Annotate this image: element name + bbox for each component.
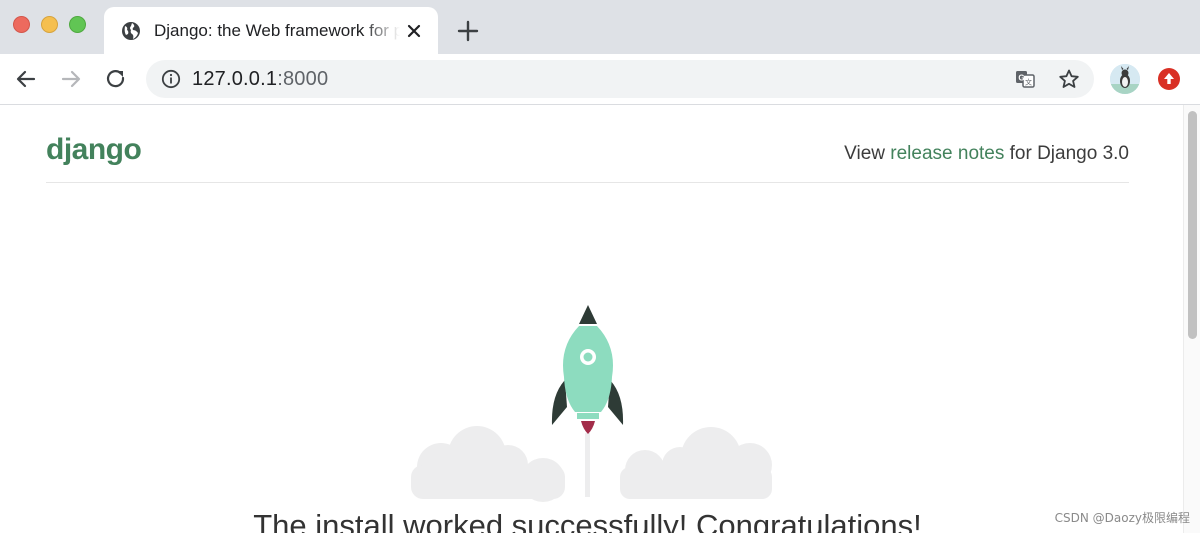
address-bar[interactable]: 127.0.0.1:8000 G 文 <box>146 60 1094 98</box>
cloud-right <box>620 427 772 499</box>
reload-icon[interactable] <box>103 66 129 92</box>
forward-arrow-icon[interactable] <box>58 66 84 92</box>
django-logo[interactable]: django <box>46 133 142 167</box>
url-text[interactable]: 127.0.0.1:8000 <box>192 68 328 91</box>
browser-tab[interactable]: Django: the Web framework for perfection… <box>104 7 438 54</box>
watermark: CSDN @Daozy极限编程 <box>1054 511 1190 525</box>
page-content: django View release notes for Django 3.0 <box>0 105 1183 533</box>
rocket-flame <box>581 421 595 434</box>
tab-title: Django: the Web framework for perfection… <box>154 21 400 40</box>
page-scrollbar[interactable] <box>1183 105 1200 533</box>
rocket-nozzle <box>577 413 599 419</box>
header-divider <box>46 182 1129 183</box>
browser-toolbar: 127.0.0.1:8000 G 文 <box>0 54 1200 105</box>
svg-text:G: G <box>1018 74 1024 83</box>
rocket-illustration <box>411 305 772 502</box>
rocket-body <box>563 326 613 412</box>
release-prefix: View <box>844 143 891 164</box>
rocket-fin-left <box>551 380 567 425</box>
svg-text:文: 文 <box>1025 78 1032 87</box>
release-notes-link[interactable]: release notes <box>890 143 1004 164</box>
plus-icon[interactable] <box>456 19 480 43</box>
url-port: :8000 <box>277 68 329 90</box>
minimize-window-button[interactable] <box>41 16 58 33</box>
tab-strip: Django: the Web framework for perfection… <box>0 0 1200 54</box>
back-arrow-icon[interactable] <box>13 66 39 92</box>
cloud-left <box>411 426 565 502</box>
rocket-nose <box>579 305 597 324</box>
star-icon[interactable] <box>1058 68 1080 90</box>
update-arrow-icon[interactable] <box>1158 68 1180 90</box>
profile-picture <box>1110 64 1140 94</box>
url-host: 127.0.0.1 <box>192 68 278 90</box>
info-icon[interactable] <box>161 69 181 89</box>
scrollbar-thumb[interactable] <box>1188 111 1197 339</box>
close-icon[interactable] <box>404 21 424 41</box>
translate-icon[interactable]: G 文 <box>1014 68 1036 90</box>
page-headline: The install worked successfully! Congrat… <box>253 508 922 533</box>
close-window-button[interactable] <box>13 16 30 33</box>
maximize-window-button[interactable] <box>69 16 86 33</box>
globe-icon <box>122 22 140 40</box>
exhaust-trail <box>585 433 590 497</box>
avatar[interactable] <box>1110 64 1140 94</box>
release-notes-line: View release notes for Django 3.0 <box>844 143 1129 165</box>
release-suffix: for Django 3.0 <box>1004 143 1129 164</box>
